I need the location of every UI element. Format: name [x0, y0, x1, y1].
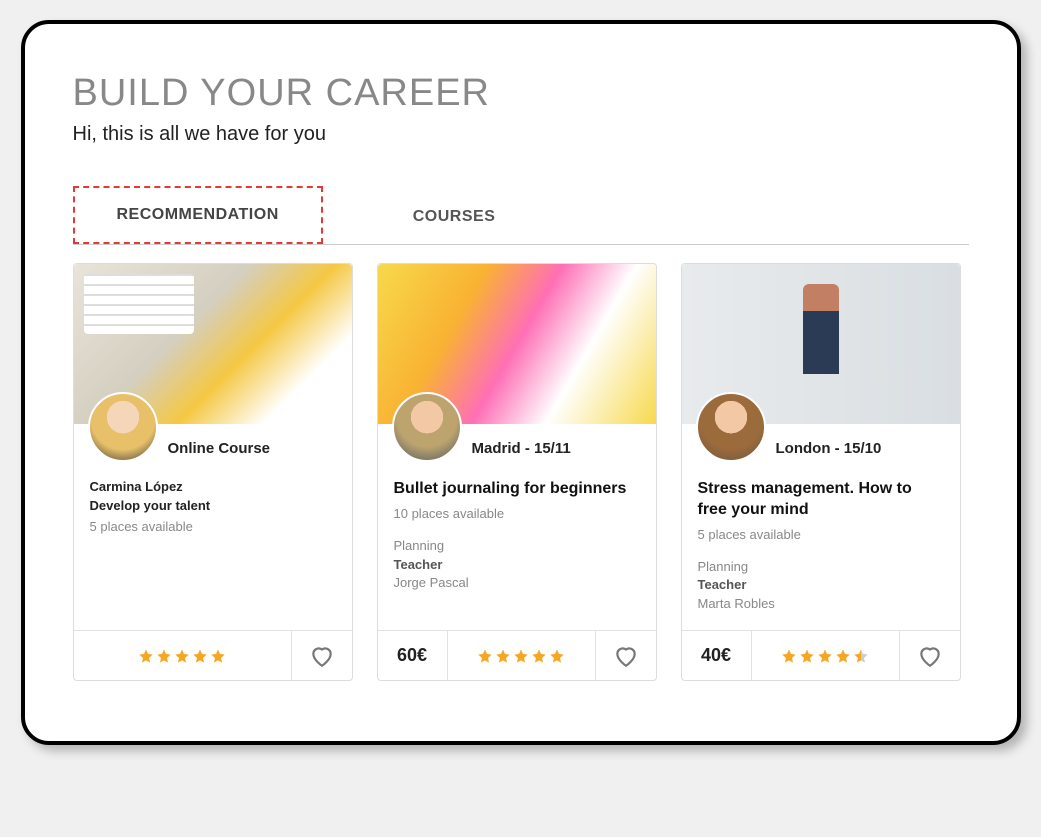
- course-meta: Planning Teacher Marta Robles: [698, 558, 944, 615]
- course-meta: Planning Teacher Jorge Pascal: [394, 537, 640, 594]
- tab-recommendation[interactable]: RECOMMENDATION: [73, 186, 323, 244]
- stars-icon: [477, 648, 565, 664]
- category-label: Planning: [394, 537, 640, 556]
- course-card[interactable]: Madrid - 15/11 Bullet journaling for beg…: [377, 263, 657, 681]
- category-label: Planning: [698, 558, 944, 577]
- course-location: Online Course: [168, 440, 336, 457]
- teacher-label: Teacher: [394, 556, 640, 575]
- card-footer: 60€: [378, 630, 656, 680]
- course-location: London - 15/10: [776, 440, 944, 457]
- places-available: 10 places available: [394, 506, 640, 521]
- course-card[interactable]: London - 15/10 Stress management. How to…: [681, 263, 961, 681]
- instructor-name: Carmina López: [90, 479, 336, 494]
- cards-row: Online Course Carmina López Develop your…: [73, 263, 969, 681]
- heart-icon: [613, 643, 639, 669]
- course-title: Bullet journaling for beginners: [394, 479, 640, 500]
- page-title: BUILD YOUR CAREER: [73, 72, 969, 115]
- heart-icon: [917, 643, 943, 669]
- avatar: [392, 392, 462, 462]
- course-title: Stress management. How to free your mind: [698, 479, 944, 521]
- app-frame: BUILD YOUR CAREER Hi, this is all we hav…: [21, 20, 1021, 745]
- avatar: [88, 392, 158, 462]
- heart-icon: [309, 643, 335, 669]
- teacher-label: Teacher: [698, 576, 944, 595]
- course-location: Madrid - 15/11: [472, 440, 640, 457]
- places-available: 5 places available: [698, 527, 944, 542]
- rating: [448, 631, 596, 680]
- teacher-name: Marta Robles: [698, 595, 944, 614]
- stars-icon: [781, 648, 869, 664]
- avatar: [696, 392, 766, 462]
- course-title: Develop your talent: [90, 498, 336, 513]
- card-footer: 40€: [682, 630, 960, 680]
- course-card[interactable]: Online Course Carmina López Develop your…: [73, 263, 353, 681]
- teacher-name: Jorge Pascal: [394, 574, 640, 593]
- price: 60€: [378, 631, 448, 680]
- rating: [752, 631, 900, 680]
- places-available: 5 places available: [90, 519, 336, 534]
- favorite-button[interactable]: [596, 631, 656, 680]
- card-footer: [74, 630, 352, 680]
- tab-courses[interactable]: COURSES: [371, 190, 538, 244]
- rating: [74, 631, 292, 680]
- favorite-button[interactable]: [292, 631, 352, 680]
- favorite-button[interactable]: [900, 631, 960, 680]
- page-subtitle: Hi, this is all we have for you: [73, 123, 969, 146]
- stars-icon: [138, 648, 226, 664]
- tabs: RECOMMENDATION COURSES: [73, 186, 969, 245]
- price: 40€: [682, 631, 752, 680]
